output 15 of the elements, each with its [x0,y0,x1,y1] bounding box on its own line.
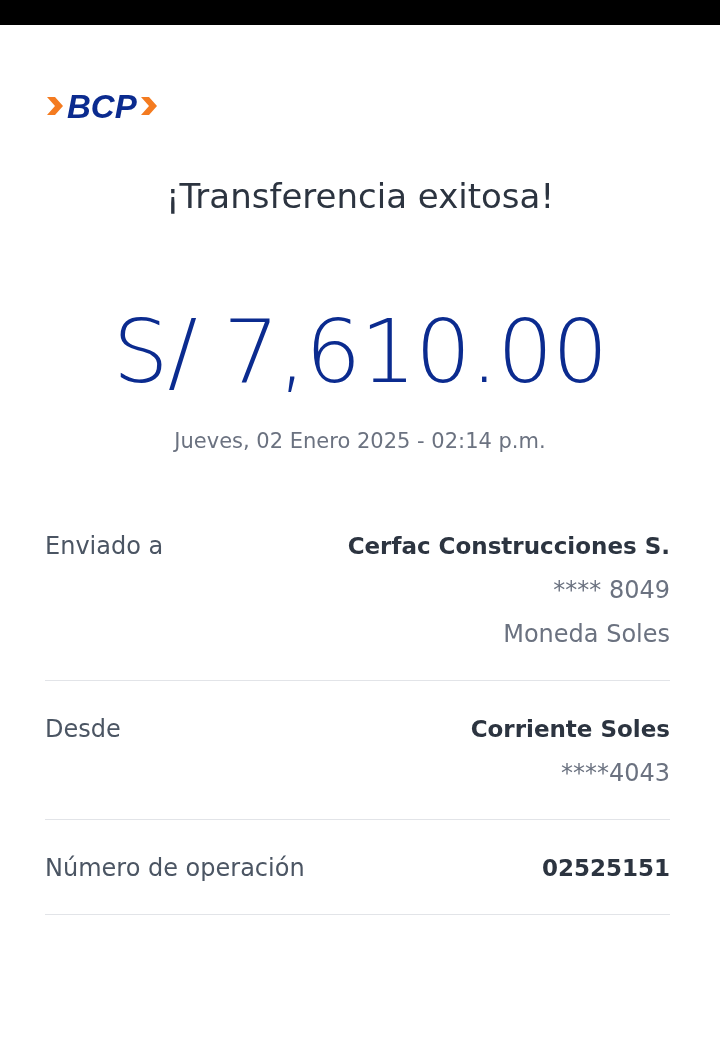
chevron-icon [138,95,159,117]
detail-value: Cerfac Construcciones S. [347,532,670,561]
logo-text: BCP [67,89,137,123]
detail-value: **** 8049 [553,575,670,606]
date-time: Jueves, 02 Enero 2025 - 02:14 p.m. [172,428,547,455]
chevron-icon [45,95,65,117]
detail-label: Enviado a [45,531,164,562]
detail-value: 02525151 [541,854,670,883]
detail-value: ****4043 [560,758,670,789]
detail-value: Moneda Soles [503,619,670,650]
amount: S/ 7,610.00 [111,302,609,402]
success-title: ¡Transferencia exitosa! [164,175,555,218]
detail-label: Número de operación [45,853,305,884]
detail-label: Desde [45,714,121,745]
detail-value: Corriente Soles [470,715,670,744]
